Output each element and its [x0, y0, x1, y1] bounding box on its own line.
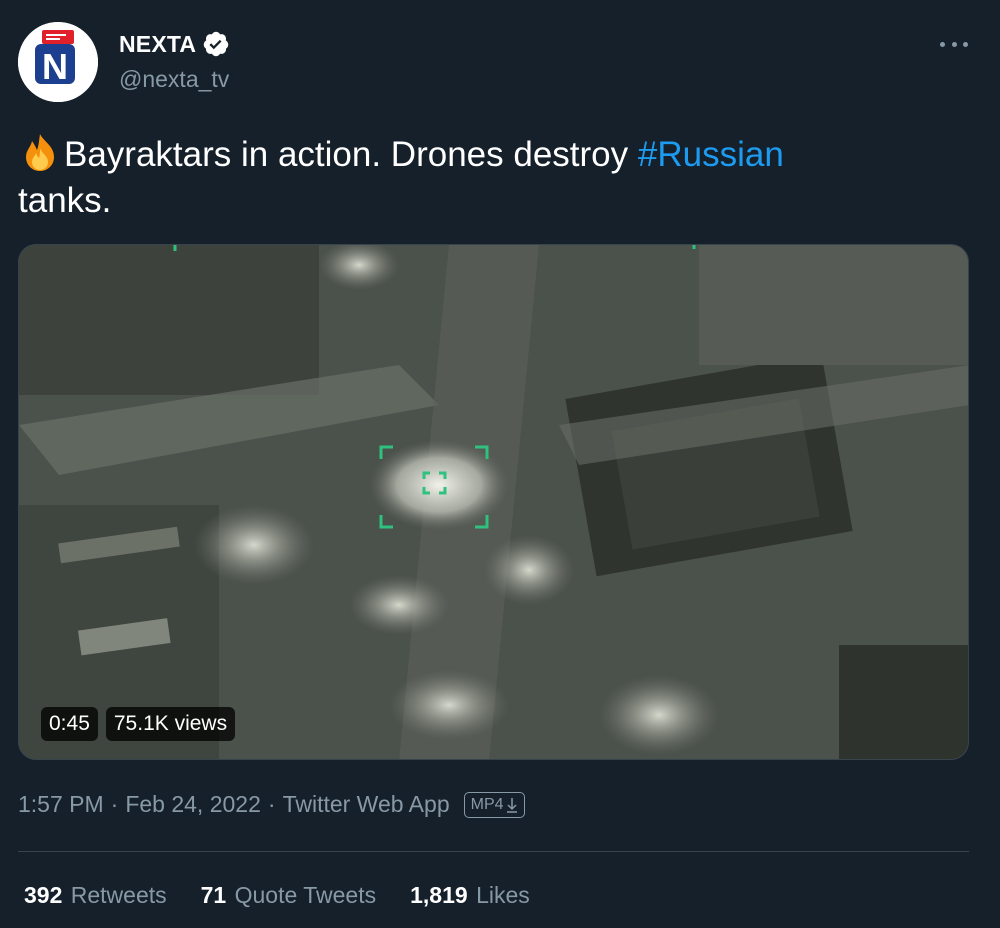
- likes-stat[interactable]: 1,819 Likes: [410, 882, 530, 909]
- download-arrow-icon: [506, 797, 517, 813]
- mp4-label: MP4: [470, 795, 504, 813]
- engagement-stats: 392 Retweets 71 Quote Tweets 1,819 Likes: [24, 882, 564, 909]
- likes-count: 1,819: [410, 882, 468, 908]
- likes-label: Likes: [476, 882, 530, 908]
- tweet-text-main: Bayraktars in action. Drones destroy: [64, 135, 638, 174]
- more-dot-icon: [951, 41, 957, 47]
- avatar-letter: N: [42, 46, 68, 87]
- more-options-button[interactable]: [940, 36, 968, 52]
- author-display-name[interactable]: NEXTA: [119, 31, 196, 58]
- nexta-logo-icon: N: [18, 22, 98, 102]
- hashtag-link[interactable]: #Russian: [638, 135, 784, 174]
- mp4-download-button[interactable]: MP4: [463, 791, 525, 818]
- avatar[interactable]: N: [18, 22, 98, 102]
- video-player[interactable]: 0:45 75.1K views: [18, 244, 969, 760]
- fire-emoji-icon: [18, 132, 62, 172]
- quote-tweets-count: 71: [200, 882, 227, 908]
- divider: [18, 851, 969, 852]
- verified-badge-icon: [203, 31, 229, 57]
- more-dot-icon: [940, 41, 945, 47]
- author-name-row[interactable]: NEXTA: [119, 30, 230, 58]
- quote-tweets-label: Quote Tweets: [234, 882, 377, 908]
- more-dot-icon: [963, 41, 968, 47]
- author-handle[interactable]: @nexta_tv: [119, 66, 229, 93]
- tweet-source[interactable]: Twitter Web App: [283, 791, 450, 818]
- tweet-metadata: 1:57 PM · Feb 24, 2022 · Twitter Web App…: [18, 791, 525, 818]
- quote-tweets-stat[interactable]: 71 Quote Tweets: [201, 882, 376, 909]
- retweets-count: 392: [24, 882, 63, 908]
- video-duration-badge: 0:45: [41, 707, 98, 741]
- tweet-time[interactable]: 1:57 PM: [18, 791, 104, 818]
- retweets-label: Retweets: [70, 882, 167, 908]
- drone-footage-frame: [19, 245, 968, 759]
- meta-separator: ·: [267, 791, 276, 817]
- tweet-text: Bayraktars in action. Drones destroy #Ru…: [18, 132, 968, 224]
- meta-separator: ·: [110, 791, 119, 817]
- video-views-badge: 75.1K views: [105, 707, 236, 741]
- retweets-stat[interactable]: 392 Retweets: [24, 882, 167, 909]
- tweet-date[interactable]: Feb 24, 2022: [125, 791, 261, 818]
- tweet-text-end: tanks.: [18, 181, 112, 220]
